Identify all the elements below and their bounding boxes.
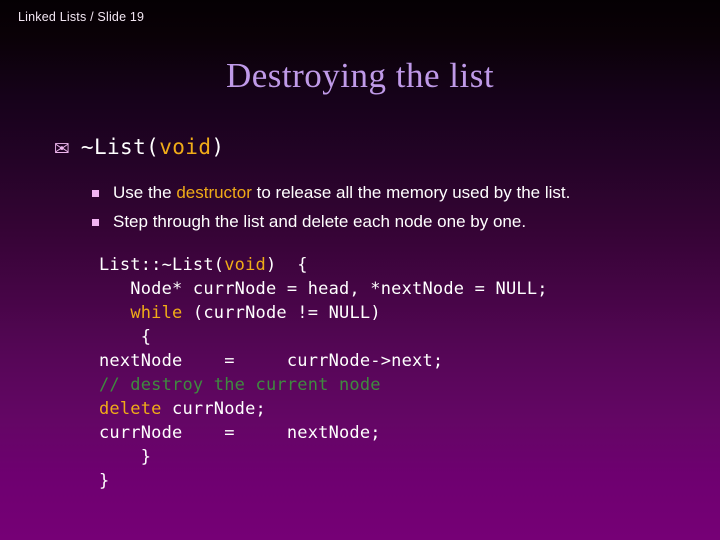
code-line: nextNode = currNode->next; bbox=[99, 351, 444, 371]
code-line: // destroy the current node bbox=[99, 375, 381, 395]
slide-canvas: Linked Lists / Slide 19 Destroying the l… bbox=[0, 0, 720, 540]
breadcrumb: Linked Lists / Slide 19 bbox=[18, 10, 145, 24]
primary-bullet: ✉ ~List(void) bbox=[54, 135, 224, 159]
code-line: { bbox=[99, 327, 152, 347]
code-line: while (currNode != NULL) bbox=[130, 303, 381, 323]
primary-bullet-label: ~List(void) bbox=[80, 135, 225, 159]
code-line: List::~List(void) { bbox=[99, 255, 308, 275]
sub-bullet-list: Use the destructor to release all the me… bbox=[92, 181, 570, 239]
code-line: Node* currNode = head, *nextNode = NULL; bbox=[99, 279, 548, 299]
code-line: delete currNode; bbox=[99, 399, 266, 419]
page-title: Destroying the list bbox=[225, 56, 495, 95]
list-item: Step through the list and delete each no… bbox=[92, 210, 570, 235]
list-item: Use the destructor to release all the me… bbox=[92, 181, 570, 206]
square-bullet-icon bbox=[92, 219, 99, 226]
square-bullet-icon bbox=[92, 190, 99, 197]
sub-bullet-label: Use the destructor to release all the me… bbox=[113, 183, 571, 202]
code-line: } bbox=[99, 471, 110, 491]
code-line: currNode = nextNode; bbox=[99, 423, 381, 443]
sub-bullet-label: Step through the list and delete each no… bbox=[113, 212, 527, 231]
code-block: List::~List(void) { Node* currNode = hea… bbox=[99, 253, 548, 493]
envelope-icon: ✉ bbox=[54, 138, 70, 160]
code-line: } bbox=[99, 447, 152, 467]
